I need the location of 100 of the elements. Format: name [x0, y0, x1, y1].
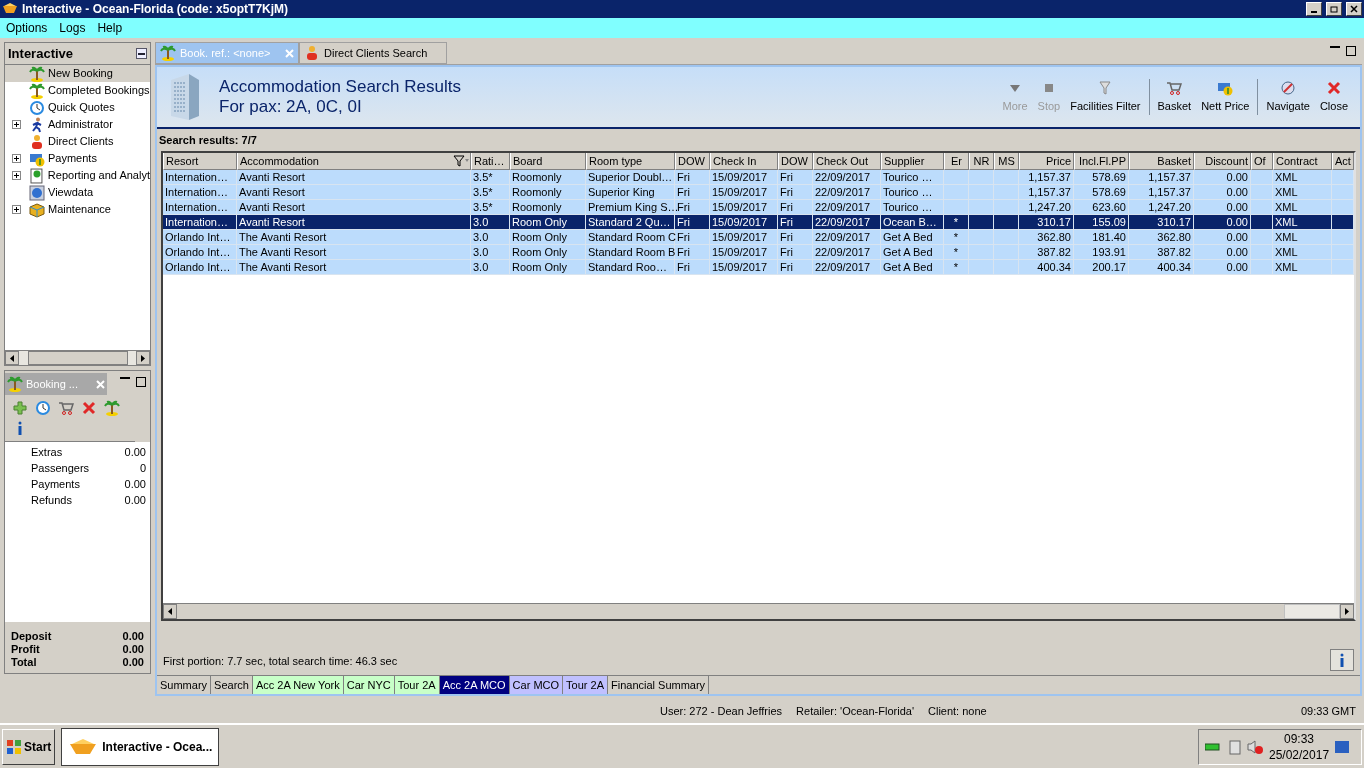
expand-icon[interactable] — [12, 120, 21, 129]
status-client: Client: none — [928, 704, 987, 720]
scroll-thumb[interactable] — [1284, 604, 1340, 619]
menu-item[interactable]: Help — [97, 19, 123, 37]
document-tab[interactable]: Direct Clients Search — [299, 42, 447, 64]
expand-icon[interactable] — [12, 171, 21, 180]
summary-tab[interactable]: Acc 2A New York — [252, 676, 344, 694]
tool-button[interactable] — [58, 400, 74, 416]
column-header[interactable]: NR — [969, 153, 994, 170]
toolbar-button[interactable]: Close — [1317, 79, 1350, 115]
summary-tab[interactable]: Search — [211, 676, 253, 694]
minimize-icon[interactable] — [120, 377, 130, 380]
expand-icon[interactable] — [12, 205, 21, 214]
expand-icon[interactable] — [12, 154, 21, 163]
tree-item[interactable]: Direct Clients — [5, 133, 150, 150]
summary-tab[interactable]: Car MCO — [509, 676, 564, 694]
tree-item[interactable]: Viewdata — [5, 184, 150, 201]
table-row[interactable]: Orlando Int… The Avanti Resort 3.0 Room Only Standard Room CFri 15/09/2017 Fri 22/09/2017 Get A Bed * 362.80 181.40 362.80 0.00 XML — [163, 230, 1354, 245]
summary-tab[interactable]: Tour 2A — [563, 676, 608, 694]
table-cell-text: 623.60 — [1092, 199, 1126, 215]
taskbar-window-button[interactable]: Interactive - Ocea... — [61, 727, 220, 766]
table-cell-text: * — [953, 214, 959, 230]
column-header[interactable]: Act — [1332, 153, 1354, 170]
summary-tab[interactable]: Car NYC — [343, 676, 395, 694]
column-header[interactable]: Discount — [1194, 153, 1251, 170]
tree-item[interactable]: Completed Bookings — [5, 82, 150, 99]
horizontal-scrollbar[interactable] — [163, 603, 1354, 619]
column-header[interactable]: Supplier — [881, 153, 944, 170]
column-header[interactable]: Room type — [586, 153, 675, 170]
tree-item[interactable]: Administrator — [5, 116, 150, 133]
maximize-icon[interactable] — [136, 377, 146, 387]
column-header[interactable]: Price — [1019, 153, 1074, 170]
table-row[interactable]: Internation… Avanti Resort 3.5* Roomonly Superior Doubl… Fri 15/09/2017 Fri 22/09/2017 Tourico … 1,157.37 578.69 1,157.37 0.00 XML — [163, 170, 1354, 185]
tree-item[interactable]: Reporting and Analyt — [5, 167, 150, 184]
restore-button[interactable] — [1326, 2, 1342, 16]
window-title: Interactive - Ocean-Florida (code: x5optT7KjM) — [22, 1, 290, 18]
summary-tab[interactable]: Acc 2A MCO — [439, 676, 510, 694]
table-cell-text: Fri — [780, 199, 793, 215]
tool-button[interactable] — [35, 400, 51, 416]
toolbar-button[interactable]: Facilities Filter — [1068, 79, 1143, 115]
info-button[interactable] — [1330, 649, 1354, 671]
scroll-thumb[interactable] — [27, 351, 128, 365]
table-row[interactable]: Internation… Avanti Resort 3.5* Roomonly Superior King Fri 15/09/2017 Fri 22/09/2017 Tourico … 1,157.37 578.69 1,157.37 0.00 XML — [163, 185, 1354, 200]
app-logo-icon — [68, 737, 99, 756]
column-header[interactable]: Contract — [1273, 153, 1332, 170]
table-cell-text: 15/09/2017 — [712, 244, 768, 260]
column-header[interactable]: Of — [1251, 153, 1273, 170]
table-cell-text: Get A Bed — [883, 229, 933, 245]
table-cell-text: Ocean B… — [883, 214, 937, 230]
menu-item[interactable]: Options — [6, 19, 48, 37]
tool-button[interactable] — [12, 400, 28, 416]
column-header[interactable]: Rati… — [471, 153, 510, 170]
status-user: User: 272 - Dean Jeffries — [660, 704, 783, 720]
tree-item-label: Administrator — [48, 117, 113, 133]
table-row[interactable]: Internation… Avanti Resort 3.5* Roomonly Premium King S…Fri 15/09/2017 Fri 22/09/2017 Tourico … 1,247.20 623.60 1,247.20 0.00 XML — [163, 200, 1354, 215]
summary-tab[interactable]: Financial Summary — [608, 676, 710, 694]
total-value: 0.00 — [122, 642, 144, 654]
tree-item[interactable]: Maintenance — [5, 201, 150, 218]
column-header[interactable]: Check In — [710, 153, 778, 170]
table-cell-text: 181.40 — [1092, 229, 1126, 245]
tree-item[interactable]: Quick Quotes — [5, 99, 150, 116]
table-cell-text: 1,157.37 — [1028, 184, 1071, 200]
tool-button[interactable] — [81, 400, 97, 416]
column-header[interactable]: MS — [994, 153, 1019, 170]
table-row[interactable]: Orlando Int… The Avanti Resort 3.0 Room Only Standard Roo… Fri 15/09/2017 Fri 22/09/2017 Get A Bed * 400.34 200.17 400.34 0.00 XML — [163, 260, 1354, 275]
start-button[interactable]: Start — [2, 728, 56, 765]
table-cell-text: * — [953, 259, 959, 275]
column-header[interactable]: Basket — [1129, 153, 1194, 170]
minimize-button[interactable] — [1306, 2, 1322, 16]
panel-tab-label: Booking ... — [26, 376, 79, 392]
collapse-button[interactable] — [136, 48, 147, 59]
toolbar-button[interactable]: Basket — [1155, 79, 1194, 115]
toolbar-button[interactable]: Navigate — [1264, 79, 1312, 115]
column-header[interactable]: Resort — [163, 153, 237, 170]
close-button[interactable] — [1346, 2, 1362, 16]
table-cell-text: Fri — [780, 229, 793, 245]
column-header[interactable]: DOW — [675, 153, 710, 170]
tree-item[interactable]: Payments — [5, 150, 150, 167]
maximize-icon[interactable] — [1346, 46, 1356, 56]
tool-button[interactable] — [104, 400, 120, 416]
column-header[interactable]: DOW — [778, 153, 813, 170]
filter-icon[interactable] — [453, 155, 469, 167]
toolbar-button[interactable]: Nett Price — [1199, 79, 1252, 115]
summary-tab[interactable]: Summary — [157, 676, 212, 694]
table-cell-text: 3.0 — [473, 229, 489, 245]
column-header[interactable]: Accommodation — [237, 153, 471, 170]
column-header[interactable]: Incl.Fl.PP — [1074, 153, 1129, 170]
table-cell-text: The Avanti Resort — [239, 244, 327, 260]
table-cell-text: 1,157.37 — [1028, 169, 1071, 185]
windows-logo-icon — [6, 738, 22, 755]
table-row[interactable]: Orlando Int… The Avanti Resort 3.0 Room Only Standard Room B Fri 15/09/2017 Fri 22/09/2017 Get A Bed * 387.82 193.91 387.82 0.00 XML — [163, 245, 1354, 260]
minimize-icon[interactable] — [1330, 46, 1340, 49]
column-header[interactable]: Board — [510, 153, 586, 170]
table-row[interactable]: Internation… Avanti Resort 3.0 Room Only Standard 2 Qu… Fri 15/09/2017 Fri 22/09/2017 Ocean B… * 310.17 155.09 310.17 0.00 XML — [163, 215, 1354, 230]
column-header[interactable]: Check Out — [813, 153, 881, 170]
summary-tab[interactable]: Tour 2A — [394, 676, 440, 694]
horizontal-scrollbar[interactable] — [5, 350, 150, 365]
column-header[interactable]: Er — [944, 153, 969, 170]
menu-item[interactable]: Logs — [59, 19, 86, 37]
tree-item[interactable]: New Booking — [5, 65, 150, 82]
